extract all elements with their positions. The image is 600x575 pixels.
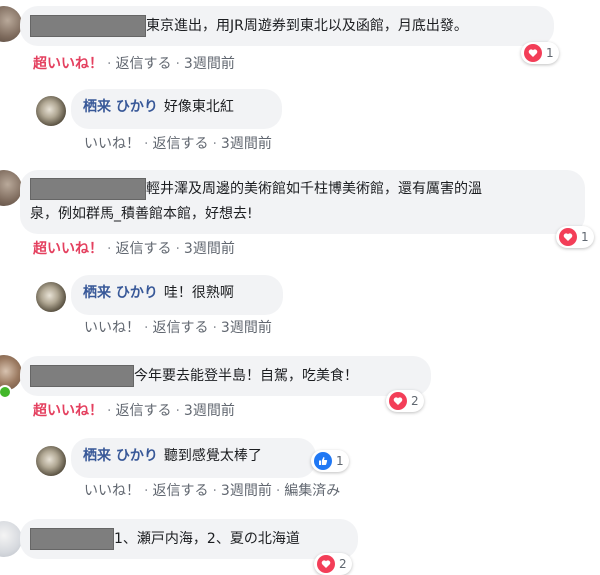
- reply-author-name[interactable]: 栖来 ひかり: [83, 99, 158, 115]
- separator: ·: [175, 403, 180, 419]
- comment-text: 東京進出，用JR周遊券到東北以及函館，月底出發。: [146, 18, 468, 34]
- reply-link[interactable]: 返信する: [152, 320, 208, 336]
- reply-author-name[interactable]: 栖来 ひかり: [83, 448, 158, 464]
- separator: ·: [144, 320, 149, 336]
- reply-bubble: 栖来 ひかり 哇！很熟啊: [71, 275, 283, 315]
- reaction-count-value: 2: [339, 557, 347, 571]
- redacted-name: [30, 528, 114, 550]
- comment-actions: 超いいね！ · 返信する · 3週間前: [33, 402, 235, 420]
- comment-actions: 超いいね！ · 返信する · 3週間前: [33, 240, 235, 258]
- online-status-indicator: [0, 385, 12, 399]
- comment-bubble: 今年要去能登半島！自駕，吃美食！: [20, 356, 431, 396]
- separator: ·: [175, 241, 180, 257]
- separator: ·: [212, 136, 217, 152]
- reaction-count[interactable]: 1: [311, 450, 349, 472]
- separator: ·: [107, 403, 112, 419]
- reply-link[interactable]: 返信する: [152, 483, 208, 499]
- separator: ·: [175, 56, 180, 72]
- comment-text: 1、瀬戸内海，2、夏の北海道: [114, 531, 300, 547]
- reaction-count[interactable]: 1: [556, 226, 594, 248]
- reaction-count-value: 1: [336, 454, 344, 468]
- reaction-count-value: 1: [546, 46, 554, 60]
- reply-text: 聽到感覺太棒了: [163, 448, 262, 464]
- separator: ·: [144, 136, 149, 152]
- edited-label: 編集済み: [284, 483, 341, 499]
- reply-link[interactable]: 返信する: [115, 241, 171, 257]
- reaction-count-value: 2: [411, 394, 419, 408]
- super-like-link[interactable]: 超いいね！: [33, 403, 103, 419]
- reply-link[interactable]: 返信する: [152, 136, 208, 152]
- separator: ·: [212, 320, 217, 336]
- reaction-count[interactable]: 2: [314, 553, 352, 575]
- reply-text: 好像東北紅: [163, 99, 234, 115]
- reply-avatar[interactable]: [36, 96, 66, 126]
- comment-line: 輕井澤及周邊的美術館如千柱博美術館，還有厲害的溫: [30, 178, 575, 200]
- separator: ·: [212, 483, 217, 499]
- timestamp[interactable]: 3週間前: [221, 483, 272, 499]
- heart-reaction-icon: [559, 228, 577, 246]
- heart-reaction-icon: [389, 392, 407, 410]
- timestamp[interactable]: 3週間前: [184, 56, 235, 72]
- reply-link[interactable]: 返信する: [115, 403, 171, 419]
- reaction-count-value: 1: [581, 230, 589, 244]
- reply-actions: いいね！ · 返信する · 3週間前 · 編集済み: [84, 482, 340, 500]
- reply-avatar[interactable]: [36, 446, 66, 476]
- like-reaction-icon: [314, 452, 332, 470]
- separator: ·: [107, 241, 112, 257]
- super-like-link[interactable]: 超いいね！: [33, 241, 103, 257]
- separator: ·: [107, 56, 112, 72]
- timestamp[interactable]: 3週間前: [184, 241, 235, 257]
- reply-bubble: 栖来 ひかり 好像東北紅: [71, 89, 282, 129]
- heart-reaction-icon: [317, 555, 335, 573]
- timestamp[interactable]: 3週間前: [184, 403, 235, 419]
- comment-bubble: 東京進出，用JR周遊券到東北以及函館，月底出發。: [20, 6, 554, 46]
- reply-bubble: 栖来 ひかり 聽到感覺太棒了: [71, 438, 316, 478]
- timestamp[interactable]: 3週間前: [221, 320, 272, 336]
- commenter-avatar[interactable]: [0, 170, 22, 206]
- reply-link[interactable]: 返信する: [115, 56, 171, 72]
- comment-bubble: 輕井澤及周邊的美術館如千柱博美術館，還有厲害的溫 泉，例如群馬_積善館本館，好想…: [20, 170, 585, 234]
- comment-line: 泉，例如群馬_積善館本館，好想去!: [30, 204, 575, 224]
- reply-avatar[interactable]: [36, 282, 66, 312]
- reaction-count[interactable]: 1: [521, 42, 559, 64]
- comment-text: 今年要去能登半島！自駕，吃美食！: [134, 368, 358, 384]
- separator: ·: [144, 483, 149, 499]
- comment-text-line1: 輕井澤及周邊的美術館如千柱博美術館，還有厲害的溫: [146, 181, 482, 197]
- like-link[interactable]: いいね！: [84, 136, 140, 152]
- commenter-avatar[interactable]: [0, 521, 22, 557]
- redacted-name: [30, 15, 146, 37]
- comment-actions: 超いいね！ · 返信する · 3週間前: [33, 55, 235, 73]
- reply-author-name[interactable]: 栖来 ひかり: [83, 285, 158, 301]
- reply-text: 哇！很熟啊: [163, 285, 234, 301]
- commenter-avatar[interactable]: [0, 6, 22, 42]
- like-link[interactable]: いいね！: [84, 483, 140, 499]
- super-like-link[interactable]: 超いいね！: [33, 56, 103, 72]
- like-link[interactable]: いいね！: [84, 320, 140, 336]
- reaction-count[interactable]: 2: [386, 390, 424, 412]
- redacted-name: [30, 365, 134, 387]
- separator: ·: [275, 483, 281, 499]
- comment-bubble: 1、瀬戸内海，2、夏の北海道: [20, 519, 358, 559]
- timestamp[interactable]: 3週間前: [221, 136, 272, 152]
- reply-actions: いいね！ · 返信する · 3週間前: [84, 319, 272, 337]
- redacted-name: [30, 178, 146, 200]
- heart-reaction-icon: [524, 44, 542, 62]
- comment-text-line2: 泉，例如群馬_積善館本館，好想去!: [30, 206, 253, 222]
- reply-actions: いいね！ · 返信する · 3週間前: [84, 135, 272, 153]
